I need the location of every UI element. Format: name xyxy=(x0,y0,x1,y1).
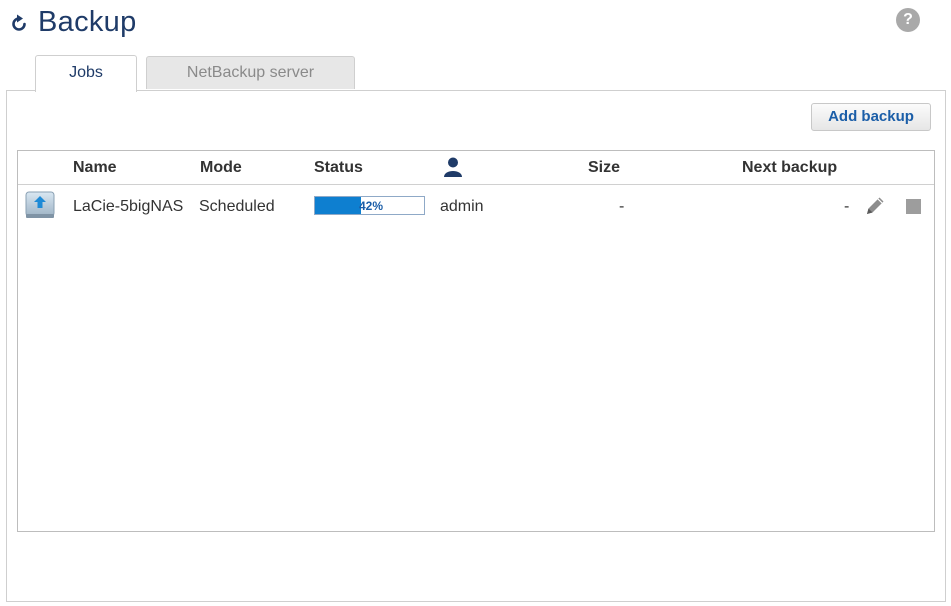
help-icon[interactable]: ? xyxy=(896,8,920,32)
job-name: LaCie-5bigNAS xyxy=(73,198,184,215)
add-backup-button[interactable]: Add backup xyxy=(811,103,931,131)
jobs-table: Name Mode Status Size Next backup LaCie-… xyxy=(17,150,935,532)
page-header: Backup xyxy=(8,2,137,42)
page-title: Backup xyxy=(38,5,137,38)
refresh-icon[interactable] xyxy=(8,13,30,35)
tab-jobs[interactable]: Jobs xyxy=(35,55,137,92)
user-icon[interactable] xyxy=(443,156,463,178)
pencil-icon[interactable] xyxy=(862,193,888,219)
job-progress-bar: 42% xyxy=(314,196,425,215)
job-progress-fill xyxy=(315,197,361,214)
column-header-size[interactable]: Size xyxy=(588,159,620,177)
jobs-panel: Add backup Name Mode Status Size Next ba… xyxy=(6,90,946,602)
job-size: - xyxy=(619,198,625,215)
stop-icon[interactable] xyxy=(906,199,921,214)
table-row[interactable]: LaCie-5bigNAS Scheduled 42% admin - - xyxy=(18,185,934,229)
column-header-next-backup[interactable]: Next backup xyxy=(742,159,837,177)
backup-page: Backup ? Jobs NetBackup server Add backu… xyxy=(0,0,951,606)
column-header-mode[interactable]: Mode xyxy=(200,159,242,177)
column-header-status[interactable]: Status xyxy=(314,159,363,177)
job-user: admin xyxy=(440,198,484,215)
nas-device-icon xyxy=(25,191,55,218)
table-header: Name Mode Status Size Next backup xyxy=(18,151,934,185)
column-header-name[interactable]: Name xyxy=(73,159,117,177)
job-progress-label: 42% xyxy=(359,199,384,213)
job-next-backup: - xyxy=(844,198,850,215)
tab-netbackup-server[interactable]: NetBackup server xyxy=(146,56,355,89)
job-mode: Scheduled xyxy=(199,198,275,215)
